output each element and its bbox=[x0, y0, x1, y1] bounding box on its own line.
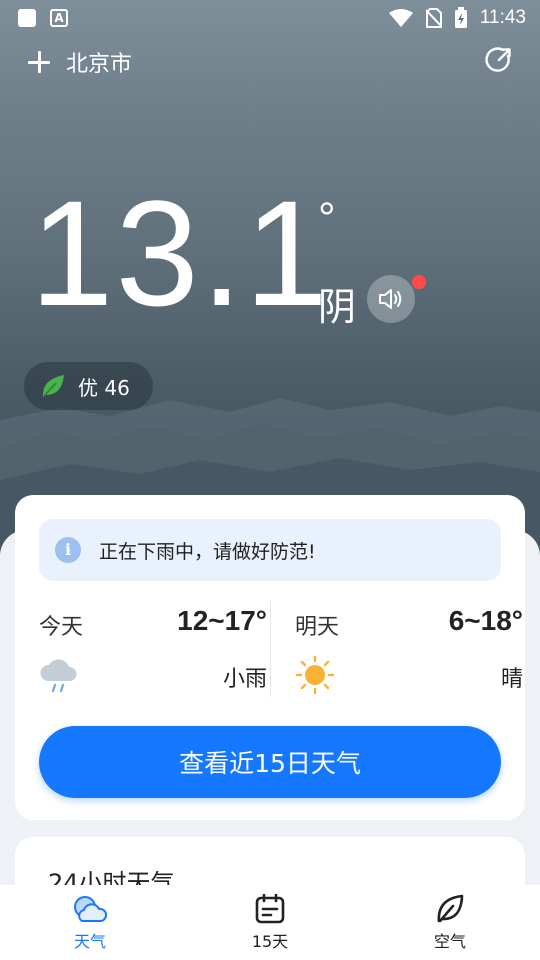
no-sim-icon bbox=[425, 8, 442, 28]
status-time: 11:43 bbox=[479, 7, 526, 28]
tomorrow-label: 明天 bbox=[295, 615, 340, 640]
current-condition: 阴 bbox=[318, 285, 357, 329]
alert-text: 正在下雨中，请做好防范! bbox=[99, 540, 316, 563]
leaf-icon bbox=[437, 894, 464, 922]
today-condition: 小雨 bbox=[222, 667, 267, 692]
tomorrow-condition: 晴 bbox=[500, 667, 523, 692]
tomorrow-temp-range: 6~18° bbox=[448, 605, 523, 636]
square-notification-icon bbox=[18, 9, 36, 27]
light-rain-icon bbox=[40, 659, 77, 693]
voice-broadcast-button[interactable] bbox=[367, 275, 415, 323]
add-city-icon[interactable] bbox=[28, 51, 50, 73]
weather-alert[interactable]: i 正在下雨中，请做好防范! bbox=[39, 519, 501, 581]
nav-air[interactable]: 空气 bbox=[360, 885, 540, 960]
forecast-card: i 正在下雨中，请做好防范! 今天 12~17° 小雨 明天 6~18° 晴 查… bbox=[15, 495, 525, 820]
notification-dot bbox=[412, 275, 426, 289]
info-icon: i bbox=[55, 537, 81, 563]
view-15-day-button[interactable]: 查看近15日天气 bbox=[39, 726, 501, 798]
aqi-badge[interactable]: 优 46 bbox=[24, 362, 153, 410]
nav-weather-label: 天气 bbox=[73, 931, 106, 951]
sunny-icon bbox=[295, 655, 335, 695]
forecast-divider bbox=[270, 601, 271, 697]
bottom-nav: 天气 15天 空气 bbox=[0, 885, 540, 960]
aqi-leaf-icon bbox=[42, 375, 64, 397]
aqi-text: 优 46 bbox=[78, 375, 130, 400]
speaker-icon bbox=[379, 289, 402, 309]
today-label: 今天 bbox=[39, 615, 84, 640]
wifi-icon bbox=[388, 9, 413, 27]
calendar-icon bbox=[255, 893, 285, 923]
nav-15-day-label: 15天 bbox=[251, 931, 289, 951]
share-icon[interactable] bbox=[484, 45, 514, 75]
status-bar: A 11:43 bbox=[0, 0, 540, 36]
nav-weather[interactable]: 天气 bbox=[0, 885, 180, 960]
today-forecast[interactable]: 今天 12~17° 小雨 bbox=[39, 601, 267, 701]
a-notification-icon: A bbox=[50, 9, 68, 27]
tomorrow-forecast[interactable]: 明天 6~18° 晴 bbox=[295, 601, 523, 701]
weather-cloud-icon bbox=[74, 895, 108, 922]
top-bar: 北京市 bbox=[28, 46, 132, 78]
current-temperature: 13.1 bbox=[30, 169, 330, 337]
nav-15-day[interactable]: 15天 bbox=[180, 885, 360, 960]
nav-air-label: 空气 bbox=[433, 931, 466, 951]
battery-charging-icon bbox=[454, 7, 467, 28]
degree-symbol: ° bbox=[318, 194, 336, 243]
today-temp-range: 12~17° bbox=[177, 605, 267, 636]
city-name[interactable]: 北京市 bbox=[66, 46, 132, 78]
